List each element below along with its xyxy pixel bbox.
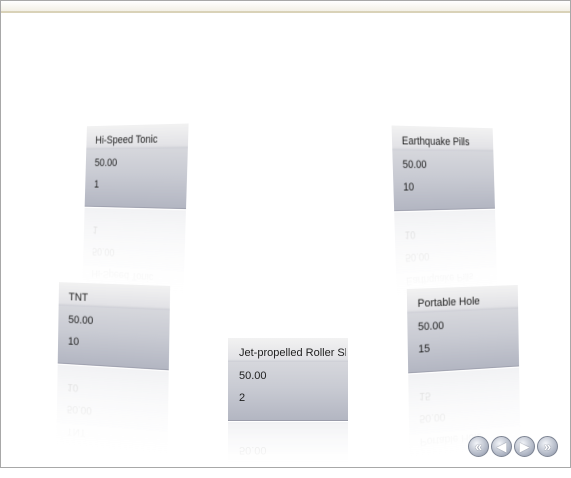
item-price: 50.00 <box>402 158 427 172</box>
item-reflection: Earthquake Pills 50.00 10 <box>394 209 498 297</box>
item-face[interactable]: Earthquake Pills 50.00 10 <box>391 125 496 211</box>
item-quantity: 10 <box>403 181 415 194</box>
divider <box>86 147 189 150</box>
item-price: 50.00 <box>417 319 445 334</box>
carousel-stage: Hi-Speed Tonic 50.00 1 Hi-Speed Tonic 50… <box>0 0 571 478</box>
carousel-item-hi-speed-tonic[interactable]: Hi-Speed Tonic 50.00 1 Hi-Speed Tonic 50… <box>82 123 189 295</box>
item-reflection: TNT 50.00 10 <box>56 364 169 455</box>
item-quantity: 2 <box>239 392 246 404</box>
item-quantity: 10 <box>67 335 80 349</box>
item-name: Earthquake Pills <box>401 135 470 149</box>
carousel-item-portable-hole[interactable]: Portable Hole 50.00 15 Portable Hole 50.… <box>406 285 521 458</box>
item-face[interactable]: Portable Hole 50.00 15 <box>406 285 520 373</box>
divider <box>228 361 348 362</box>
item-price: 50.00 <box>68 313 94 328</box>
carousel-item-jet-propelled-roller-skates[interactable]: Jet-propelled Roller Skates 50.00 2 50.0… <box>228 338 348 478</box>
item-price: 50.00 <box>94 157 118 169</box>
item-name: Hi-Speed Tonic <box>95 133 158 147</box>
carousel-item-earthquake-pills[interactable]: Earthquake Pills 50.00 10 Earthquake Pil… <box>391 125 498 297</box>
divider <box>58 304 170 311</box>
prev-icon: ◀ <box>496 438 507 454</box>
item-face[interactable]: TNT 50.00 10 <box>57 282 171 370</box>
item-price: 50.00 <box>239 370 267 382</box>
item-face[interactable]: Hi-Speed Tonic 50.00 1 <box>84 123 189 209</box>
next-icon: ▶ <box>519 438 530 454</box>
item-reflection: 50.00 2 <box>228 422 348 478</box>
previous-button[interactable]: ◀ <box>491 436 512 457</box>
last-icon: » <box>543 439 552 454</box>
item-quantity: 1 <box>93 178 100 191</box>
carousel-item-tnt[interactable]: TNT 50.00 10 TNT 50.00 10 <box>56 282 171 455</box>
last-button[interactable]: » <box>537 436 558 457</box>
item-quantity: 15 <box>418 342 431 356</box>
first-icon: « <box>474 439 483 454</box>
next-button[interactable]: ▶ <box>514 436 535 457</box>
first-button[interactable]: « <box>468 436 489 457</box>
item-reflection: Hi-Speed Tonic 50.00 1 <box>82 207 187 295</box>
carousel-navigation: « ◀ ▶ » <box>468 436 558 458</box>
item-name: Jet-propelled Roller Skates <box>239 347 346 359</box>
divider <box>392 149 494 152</box>
divider <box>407 307 519 314</box>
item-face[interactable]: Jet-propelled Roller Skates 50.00 2 <box>228 338 348 420</box>
